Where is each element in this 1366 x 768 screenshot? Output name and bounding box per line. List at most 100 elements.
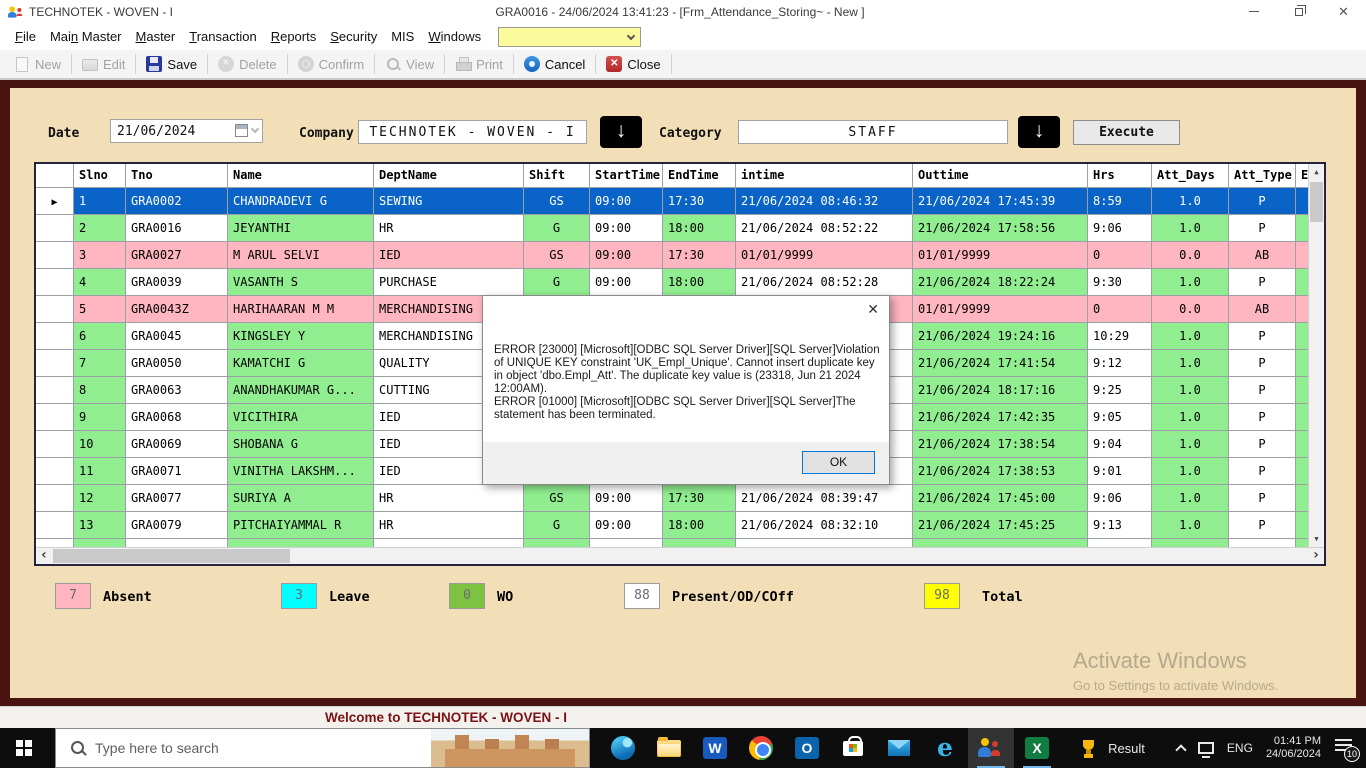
category-load-button[interactable]: ↓	[1018, 116, 1060, 148]
grid-cell[interactable]: 9:06	[1088, 485, 1152, 512]
grid-cell[interactable]: P	[1229, 458, 1296, 485]
result-tray-icon[interactable]	[1082, 739, 1095, 757]
grid-cell[interactable]: 12	[74, 485, 126, 512]
grid-cell[interactable]: GRA0002	[126, 188, 228, 215]
grid-cell[interactable]: 13	[74, 512, 126, 539]
grid-cell[interactable]: 09:00	[590, 242, 663, 269]
column-header-tno[interactable]: Tno	[126, 164, 228, 188]
grid-cell[interactable]: PURCHASE	[374, 269, 524, 296]
grid-cell[interactable]: 9:25	[1088, 377, 1152, 404]
grid-cell[interactable]: 1.0	[1152, 458, 1229, 485]
column-header-deptname[interactable]: DeptName	[374, 164, 524, 188]
grid-cell[interactable]: 1.0	[1152, 269, 1229, 296]
grid-cell[interactable]: GRA0050	[126, 350, 228, 377]
grid-cell[interactable]: AB	[1229, 242, 1296, 269]
grid-cell[interactable]: G	[524, 215, 590, 242]
scroll-down-icon[interactable]: ▼	[1309, 531, 1324, 547]
grid-cell[interactable]: 17:30	[663, 242, 736, 269]
company-input[interactable]: TECHNOTEK - WOVEN - I	[358, 120, 587, 144]
grid-cell[interactable]: VICITHIRA	[228, 404, 374, 431]
grid-cell[interactable]: G	[524, 512, 590, 539]
calendar-icon[interactable]	[235, 124, 248, 137]
grid-cell[interactable]: P	[1229, 377, 1296, 404]
edit-toolbar-button[interactable]: Edit	[74, 54, 133, 75]
grid-cell[interactable]: HR	[374, 485, 524, 512]
grid-cell[interactable]: 21/06/2024 08:39:47	[736, 485, 913, 512]
grid-cell[interactable]: 21/06/2024 08:46:32	[736, 188, 913, 215]
column-header-hrs[interactable]: Hrs	[1088, 164, 1152, 188]
grid-cell[interactable]: SHOBANA G	[228, 431, 374, 458]
grid-cell[interactable]: 09:00	[590, 485, 663, 512]
vertical-scroll-thumb[interactable]	[1310, 182, 1323, 222]
grid-cell[interactable]: JEYANTHI	[228, 215, 374, 242]
close-button[interactable]: ✕	[1321, 0, 1366, 23]
scroll-left-icon[interactable]: ‹	[36, 548, 52, 564]
column-header-shift[interactable]: Shift	[524, 164, 590, 188]
grid-cell[interactable]: HR	[374, 215, 524, 242]
horizontal-scroll-thumb[interactable]	[53, 549, 290, 563]
vertical-scrollbar[interactable]: ▲ ▼	[1308, 164, 1324, 547]
grid-cell[interactable]: 2	[74, 215, 126, 242]
company-load-button[interactable]: ↓	[600, 116, 642, 148]
grid-cell[interactable]: 01/01/9999	[913, 242, 1088, 269]
print-toolbar-button[interactable]: Print	[447, 53, 511, 75]
table-row[interactable]: 3GRA0027M ARUL SELVIIEDGS09:0017:3001/01…	[36, 242, 1326, 269]
grid-cell[interactable]: 17:30	[663, 485, 736, 512]
grid-cell[interactable]: VINITHA LAKSHM...	[228, 458, 374, 485]
row-selector[interactable]	[36, 458, 74, 485]
dialog-close-icon[interactable]: ✕	[867, 301, 879, 318]
grid-cell[interactable]: 1.0	[1152, 431, 1229, 458]
table-row[interactable]: 13GRA0079PITCHAIYAMMAL RHRG09:0018:0021/…	[36, 512, 1326, 539]
grid-cell[interactable]: 21/06/2024 17:45:39	[913, 188, 1088, 215]
row-selector[interactable]: ▶	[36, 188, 74, 215]
row-selector[interactable]	[36, 269, 74, 296]
taskbar-app-outlook[interactable]: O	[784, 728, 830, 768]
grid-cell[interactable]: 0.0	[1152, 242, 1229, 269]
grid-cell[interactable]: 10	[74, 431, 126, 458]
grid-cell[interactable]: 09:00	[590, 188, 663, 215]
scroll-up-icon[interactable]: ▲	[1309, 164, 1324, 180]
grid-cell[interactable]: P	[1229, 350, 1296, 377]
column-header-slno[interactable]: Slno	[74, 164, 126, 188]
grid-cell[interactable]: 10:29	[1088, 323, 1152, 350]
grid-cell[interactable]: G	[524, 269, 590, 296]
menu-transaction[interactable]: Transaction	[182, 26, 263, 48]
grid-cell[interactable]: 21/06/2024 08:32:10	[736, 512, 913, 539]
grid-cell[interactable]: 21/06/2024 08:52:28	[736, 269, 913, 296]
grid-cell[interactable]: 21/06/2024 17:38:54	[913, 431, 1088, 458]
menu-combobox[interactable]	[498, 27, 641, 47]
menu-master[interactable]: Master	[129, 26, 183, 48]
grid-cell[interactable]: P	[1229, 269, 1296, 296]
grid-cell[interactable]: 1.0	[1152, 323, 1229, 350]
grid-cell[interactable]: 21/06/2024 08:52:22	[736, 215, 913, 242]
horizontal-scrollbar[interactable]: ‹ ›	[36, 547, 1324, 564]
grid-cell[interactable]: 6	[74, 323, 126, 350]
cancel-toolbar-button[interactable]: Cancel	[516, 53, 593, 75]
grid-cell[interactable]: GRA0039	[126, 269, 228, 296]
grid-cell[interactable]: 11	[74, 458, 126, 485]
grid-cell[interactable]: GRA0079	[126, 512, 228, 539]
taskbar-app-ie[interactable]: e	[922, 728, 968, 768]
grid-cell[interactable]: GRA0069	[126, 431, 228, 458]
grid-cell[interactable]: 8	[74, 377, 126, 404]
grid-cell[interactable]: KINGSLEY Y	[228, 323, 374, 350]
grid-cell[interactable]: 9:05	[1088, 404, 1152, 431]
grid-cell[interactable]: CHANDRADEVI G	[228, 188, 374, 215]
taskbar-app-edge[interactable]	[600, 728, 646, 768]
taskbar-app-excel[interactable]: X	[1014, 728, 1060, 768]
grid-cell[interactable]: 18:00	[663, 215, 736, 242]
clock[interactable]: 01:41 PM 24/06/2024	[1266, 735, 1321, 761]
grid-cell[interactable]: M ARUL SELVI	[228, 242, 374, 269]
close-toolbar-button[interactable]: Close	[598, 53, 668, 75]
grid-cell[interactable]: 3	[74, 242, 126, 269]
tray-expand-icon[interactable]	[1175, 744, 1186, 755]
row-selector[interactable]	[36, 485, 74, 512]
grid-cell[interactable]: 9:13	[1088, 512, 1152, 539]
grid-cell[interactable]: AB	[1229, 296, 1296, 323]
grid-cell[interactable]: 09:00	[590, 269, 663, 296]
row-selector[interactable]	[36, 404, 74, 431]
taskbar-app-mail[interactable]	[876, 728, 922, 768]
grid-cell[interactable]: 21/06/2024 17:45:25	[913, 512, 1088, 539]
grid-cell[interactable]: ANANDHAKUMAR G...	[228, 377, 374, 404]
scroll-right-icon[interactable]: ›	[1308, 548, 1324, 564]
